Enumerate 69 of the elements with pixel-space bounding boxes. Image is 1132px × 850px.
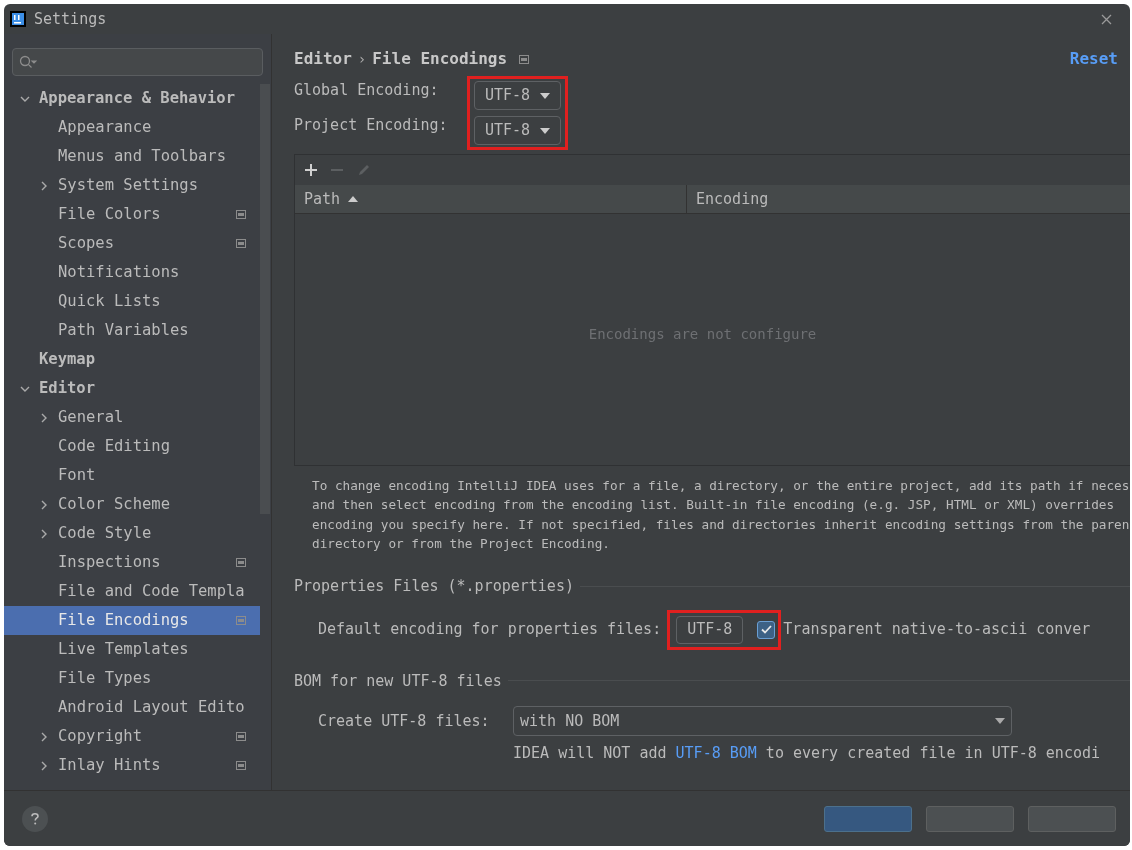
bom-dropdown[interactable]: with NO BOM [513, 706, 1012, 737]
sidebar-item[interactable]: Copyright [4, 722, 260, 751]
encoding-field[interactable]: UTF-8 [676, 615, 744, 644]
add-icon[interactable] [305, 164, 317, 176]
encoding-dropdown[interactable]: UTF-8 [474, 116, 562, 145]
sort-ascending-icon [348, 196, 359, 202]
sidebar-item[interactable]: Keymap [4, 345, 260, 374]
project-scope-icon [519, 54, 530, 64]
search-field[interactable] [12, 48, 263, 76]
sidebar-item[interactable]: Quick Lists [4, 287, 260, 316]
description-line: encoding you specify here. If not specified, files and directories inherit encoding settings from the paren [312, 515, 1130, 534]
breadcrumb-separator: › [357, 49, 367, 69]
sidebar-item[interactable]: Editor [4, 374, 260, 403]
window-title: Settings [34, 8, 107, 30]
chevron-right-icon[interactable] [39, 412, 49, 423]
checkbox-label: Transparent native-to-ascii conver [783, 619, 1091, 641]
reset-link[interactable]: Reset [1069, 47, 1118, 71]
checkbox[interactable] [757, 620, 776, 639]
dropdown-arrow-icon [540, 92, 551, 99]
sidebar-item[interactable]: Code Editing [4, 432, 260, 461]
breadcrumb-item: File Encodings [372, 48, 508, 70]
field-label: Project Encoding: [294, 115, 449, 137]
sidebar-item[interactable]: General [4, 403, 260, 432]
chevron-right-icon[interactable] [39, 180, 49, 191]
sidebar-item[interactable]: System Settings [4, 171, 260, 200]
sidebar-item[interactable]: Font [4, 461, 260, 490]
column-header[interactable]: Path [295, 185, 687, 213]
sidebar-item[interactable]: File Encodings [4, 606, 260, 635]
description-line: directory or from the Project Encoding. [312, 534, 611, 553]
chevron-right-icon[interactable] [39, 499, 49, 510]
bom-note: IDEA will NOT add UTF-8 BOM to every created file in UTF-8 encodi [513, 743, 1101, 765]
sidebar-item[interactable]: Live Templates [4, 635, 260, 664]
chevron-right-icon[interactable] [39, 731, 49, 742]
field-label: Global Encoding: [294, 80, 440, 102]
dropdown-arrow-icon [995, 718, 1005, 725]
sidebar-item[interactable]: File and Code Templa [4, 577, 260, 606]
sidebar-item[interactable]: Code Style [4, 519, 260, 548]
field-label: Create UTF-8 files: [318, 710, 491, 732]
dropdown-arrow-icon [540, 127, 551, 134]
section-title: BOM for new UTF-8 files [294, 670, 502, 692]
sidebar-item[interactable]: Notifications [4, 258, 260, 287]
field-label: Default encoding for properties files: [318, 619, 662, 641]
help-button[interactable] [22, 805, 48, 832]
checkmark-icon [760, 625, 772, 635]
description-line: and then select encoding from the encoding list. Built-in file encoding (e.g. JSP, HTML or XML) overrides [312, 496, 1116, 515]
search-icon [19, 55, 37, 69]
sidebar-item[interactable]: Scopes [4, 229, 260, 258]
encoding-dropdown[interactable]: UTF-8 [474, 81, 562, 110]
bom-link[interactable]: UTF-8 BOM [675, 744, 757, 763]
sidebar-item[interactable]: Color Scheme [4, 490, 260, 519]
sidebar-item[interactable]: File Types [4, 664, 260, 693]
close-icon[interactable] [1101, 13, 1112, 25]
app-logo-icon [10, 11, 26, 27]
breadcrumb-item[interactable]: Editor [294, 47, 352, 71]
sidebar-item[interactable]: Inspections [4, 548, 260, 577]
chevron-right-icon[interactable] [39, 760, 49, 771]
sidebar-item[interactable]: Appearance & Behavior [4, 84, 260, 113]
section-title: Properties Files (*.properties) [294, 576, 574, 598]
column-header[interactable]: Encoding [687, 185, 1130, 213]
sidebar-item[interactable]: Menus and Toolbars [4, 142, 260, 171]
sidebar-item[interactable]: Android Layout Edito [4, 693, 260, 722]
sidebar-item[interactable]: File Colors [4, 200, 260, 229]
scrollbar[interactable] [260, 84, 270, 514]
sidebar-item[interactable]: Path Variables [4, 316, 260, 345]
sidebar-item[interactable]: Appearance [4, 113, 260, 142]
description-line: To change encoding IntelliJ IDEA uses for a file, a directory, or the entire project, add its path if neces [312, 477, 1130, 495]
sidebar-item[interactable]: Inlay Hints [4, 751, 260, 780]
chevron-right-icon[interactable] [39, 528, 49, 539]
question-mark-icon [31, 812, 39, 825]
